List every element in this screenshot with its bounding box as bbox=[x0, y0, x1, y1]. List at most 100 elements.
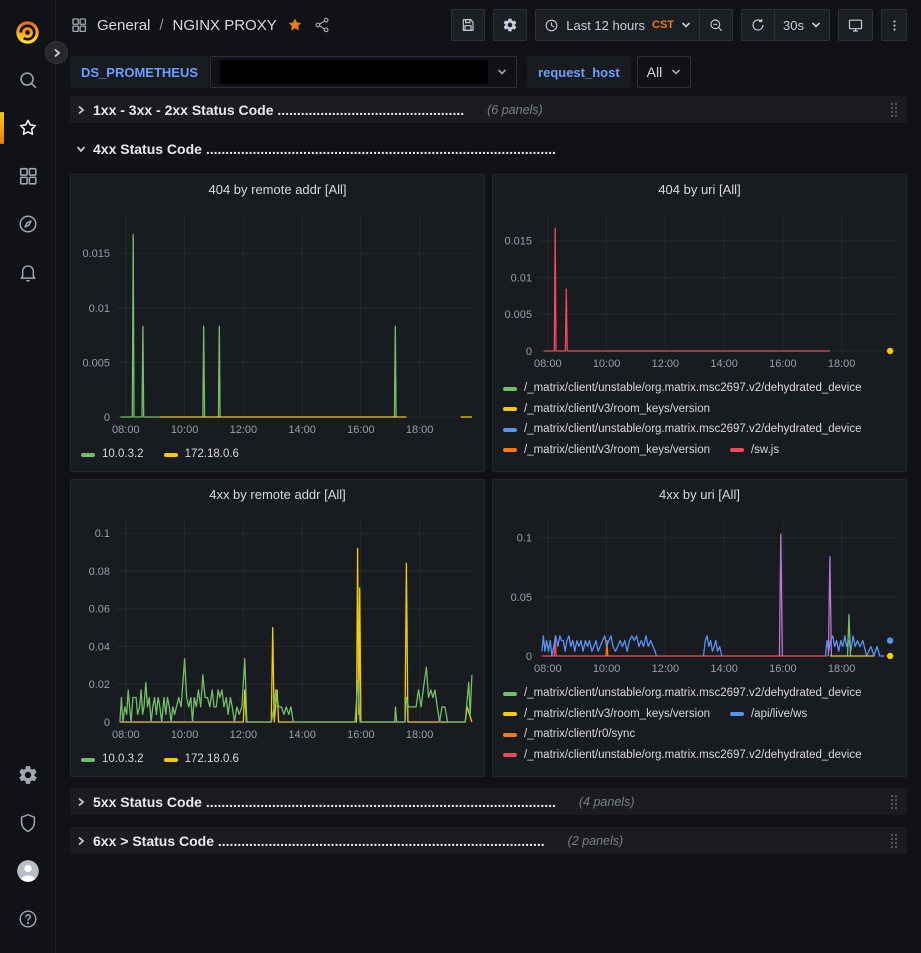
legend-item[interactable]: /sw.js bbox=[730, 445, 779, 457]
sidebar-item-search[interactable] bbox=[4, 59, 52, 101]
save-dashboard-button[interactable] bbox=[451, 9, 485, 41]
svg-text:10:00: 10:00 bbox=[171, 424, 199, 436]
sidebar-item-dashboards[interactable] bbox=[4, 155, 52, 197]
legend-swatch bbox=[503, 692, 517, 696]
svg-text:0: 0 bbox=[104, 412, 110, 424]
sidebar-item-help[interactable] bbox=[4, 898, 52, 940]
row-header-1xx-3xx-2xx[interactable]: 1xx - 3xx - 2xx Status Code ............… bbox=[70, 96, 907, 123]
variables-bar: DS_PROMETHEUS request_host All bbox=[56, 50, 921, 94]
panel-title[interactable]: 4xx by uri [All] bbox=[493, 480, 906, 508]
dashboard-header: General / NGINX PROXY bbox=[56, 0, 921, 50]
legend-swatch bbox=[164, 453, 178, 457]
legend-item[interactable]: 172.18.0.6 bbox=[164, 449, 239, 461]
panel-title[interactable]: 404 by uri [All] bbox=[493, 175, 906, 203]
row-header-4xx[interactable]: 4xx Status Code ........................… bbox=[70, 135, 907, 162]
svg-text:14:00: 14:00 bbox=[288, 729, 316, 741]
breadcrumb-separator: / bbox=[159, 17, 163, 34]
sidebar-item-profile[interactable] bbox=[4, 850, 52, 892]
redacted-value bbox=[220, 60, 488, 84]
grafana-app: General / NGINX PROXY bbox=[0, 0, 921, 953]
legend-swatch bbox=[503, 448, 517, 452]
legend-item[interactable]: /_matrix/client/unstable/org.matrix.msc2… bbox=[503, 750, 862, 762]
legend-label: /_matrix/client/v3/room_keys/version bbox=[524, 709, 710, 721]
legend-label: 172.18.0.6 bbox=[185, 754, 239, 766]
svg-text:0.02: 0.02 bbox=[89, 679, 110, 691]
row-drag-handle[interactable] bbox=[887, 833, 901, 849]
legend-item[interactable]: 10.0.3.2 bbox=[81, 449, 144, 461]
svg-text:0.05: 0.05 bbox=[511, 592, 532, 604]
svg-text:0.01: 0.01 bbox=[511, 272, 532, 284]
legend-item[interactable]: /_matrix/client/v3/room_keys/version bbox=[503, 404, 710, 416]
legend-label: /_matrix/client/unstable/org.matrix.msc2… bbox=[524, 424, 862, 436]
sidebar-item-alerting[interactable] bbox=[4, 251, 52, 293]
svg-text:0.005: 0.005 bbox=[82, 357, 110, 369]
breadcrumb-dashboard-title[interactable]: NGINX PROXY bbox=[173, 17, 277, 34]
sidebar-item-server-admin[interactable] bbox=[4, 802, 52, 844]
row-drag-handle[interactable] bbox=[887, 102, 901, 118]
panel-legend: /_matrix/client/unstable/org.matrix.msc2… bbox=[493, 373, 906, 456]
variable-label-ds-prometheus[interactable]: DS_PROMETHEUS bbox=[70, 56, 209, 88]
save-icon bbox=[460, 17, 476, 33]
svg-text:16:00: 16:00 bbox=[347, 424, 375, 436]
panel-legend: 10.0.3.2 172.18.0.6 bbox=[71, 744, 484, 766]
grafana-logo-icon bbox=[14, 19, 41, 46]
svg-text:18:00: 18:00 bbox=[406, 729, 434, 741]
sidebar-item-configuration[interactable] bbox=[4, 754, 52, 796]
svg-text:0.015: 0.015 bbox=[82, 248, 110, 260]
grafana-logo[interactable] bbox=[4, 11, 52, 53]
row-title: 5xx Status Code ........................… bbox=[93, 794, 556, 810]
legend-label: 172.18.0.6 bbox=[185, 449, 239, 461]
refresh-interval-dropdown[interactable]: 30s bbox=[774, 9, 830, 41]
breadcrumb-folder[interactable]: General bbox=[97, 17, 150, 34]
variable-label-request-host[interactable]: request_host bbox=[527, 56, 631, 88]
bell-icon bbox=[17, 261, 39, 283]
svg-text:0.015: 0.015 bbox=[504, 236, 532, 248]
svg-text:14:00: 14:00 bbox=[710, 663, 738, 675]
panel-title[interactable]: 4xx by remote addr [All] bbox=[71, 480, 484, 508]
more-options-kebab-button[interactable] bbox=[881, 9, 907, 41]
time-series-chart[interactable]: 08:0010:0012:0014:0016:0018:0000.0050.01… bbox=[493, 203, 906, 373]
row-drag-handle[interactable] bbox=[887, 794, 901, 810]
legend-item[interactable]: /_matrix/client/v3/room_keys/version bbox=[503, 709, 710, 721]
legend-item[interactable]: /api/live/ws bbox=[730, 709, 807, 721]
time-range-picker[interactable]: Last 12 hours CST bbox=[535, 9, 700, 41]
legend-item[interactable]: /_matrix/client/unstable/org.matrix.msc2… bbox=[503, 383, 862, 395]
row-panel-count: (4 panels) bbox=[579, 795, 635, 809]
legend-item[interactable]: 10.0.3.2 bbox=[81, 754, 144, 766]
svg-text:0.08: 0.08 bbox=[89, 566, 110, 578]
legend-item[interactable]: /_matrix/client/unstable/org.matrix.msc2… bbox=[503, 688, 862, 700]
svg-text:12:00: 12:00 bbox=[230, 729, 258, 741]
cycle-view-mode-button[interactable] bbox=[838, 9, 873, 41]
variable-value-request-host[interactable]: All bbox=[637, 56, 692, 88]
star-icon bbox=[17, 117, 39, 139]
legend-swatch bbox=[503, 428, 517, 432]
zoom-out-time-button[interactable] bbox=[699, 9, 733, 41]
chevron-right-icon bbox=[76, 797, 86, 807]
sidebar-item-explore[interactable] bbox=[4, 203, 52, 245]
panel-title[interactable]: 404 by remote addr [All] bbox=[71, 175, 484, 203]
sidebar-expand-button[interactable] bbox=[45, 41, 68, 64]
time-series-chart[interactable]: 08:0010:0012:0014:0016:0018:0000.020.040… bbox=[71, 508, 484, 744]
dashboard-settings-button[interactable] bbox=[493, 9, 527, 41]
time-series-chart[interactable]: 08:0010:0012:0014:0016:0018:0000.050.1 bbox=[493, 508, 906, 678]
share-icon[interactable] bbox=[313, 16, 331, 34]
legend-swatch bbox=[81, 453, 95, 457]
row-header-6xx[interactable]: 6xx > Status Code ......................… bbox=[70, 827, 907, 854]
sidebar-item-starred[interactable] bbox=[4, 107, 52, 149]
variable-value-ds-prometheus[interactable] bbox=[210, 56, 517, 88]
svg-text:0.01: 0.01 bbox=[89, 303, 110, 315]
legend-item[interactable]: /_matrix/client/v3/room_keys/version bbox=[503, 445, 710, 457]
chevron-right-icon bbox=[76, 105, 86, 115]
legend-item[interactable]: 172.18.0.6 bbox=[164, 754, 239, 766]
time-range-label: Last 12 hours bbox=[566, 18, 645, 33]
panels-grid: 404 by remote addr [All] 08:0010:0012:00… bbox=[70, 174, 907, 777]
chevron-down-icon bbox=[76, 144, 86, 154]
legend-item[interactable]: /_matrix/client/r0/sync bbox=[503, 729, 635, 741]
favorite-star-icon[interactable] bbox=[286, 16, 304, 34]
row-header-5xx[interactable]: 5xx Status Code ........................… bbox=[70, 788, 907, 815]
legend-label: /_matrix/client/r0/sync bbox=[524, 729, 635, 741]
panel-legend: 10.0.3.2 172.18.0.6 bbox=[71, 439, 484, 461]
refresh-button[interactable] bbox=[741, 9, 775, 41]
time-series-chart[interactable]: 08:0010:0012:0014:0016:0018:0000.0050.01… bbox=[71, 203, 484, 439]
legend-item[interactable]: /_matrix/client/unstable/org.matrix.msc2… bbox=[503, 424, 862, 436]
